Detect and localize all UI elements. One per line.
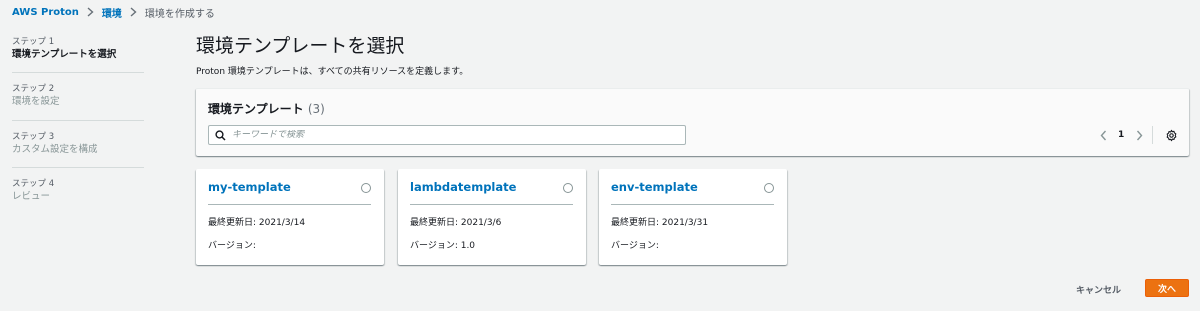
page-title: 環境テンプレートを選択 <box>196 35 405 57</box>
step-3: ステップ 3 カスタム設定を構成 <box>12 120 144 167</box>
divider <box>208 204 371 205</box>
template-name[interactable]: env-template <box>611 180 698 195</box>
divider <box>611 204 774 205</box>
search-box[interactable] <box>208 125 686 145</box>
version: バージョン: <box>611 241 659 251</box>
chevron-right-icon <box>87 7 94 17</box>
search-icon <box>215 126 226 145</box>
template-count: (3) <box>307 102 325 116</box>
last-updated: 最終更新日: 2021/3/14 <box>208 218 306 228</box>
template-card[interactable]: env-template 最終更新日: 2021/3/31 バージョン: <box>599 169 787 265</box>
radio-icon[interactable] <box>563 183 573 193</box>
templates-panel: 環境テンプレート (3) 1 <box>196 88 1189 156</box>
step-number: ステップ 2 <box>12 84 55 94</box>
step-number: ステップ 4 <box>12 179 55 189</box>
step-4: ステップ 4 レビュー <box>12 167 144 203</box>
step-number: ステップ 3 <box>12 132 55 142</box>
breadcrumb-create-environment: 環境を作成する <box>144 8 215 20</box>
step-title: 環境テンプレートを選択 <box>12 49 117 60</box>
step-title: 環境を設定 <box>12 96 60 107</box>
pagination: 1 <box>1096 126 1179 144</box>
current-page[interactable]: 1 <box>1118 130 1124 140</box>
version: バージョン: 1.0 <box>410 241 476 251</box>
cancel-button[interactable]: キャンセル <box>1066 280 1131 298</box>
breadcrumb: AWS Proton 環境 環境を作成する <box>12 5 215 20</box>
step-2: ステップ 2 環境を設定 <box>12 72 144 120</box>
chevron-left-icon[interactable] <box>1096 127 1110 143</box>
gear-icon[interactable] <box>1163 127 1179 143</box>
step-number: ステップ 1 <box>12 37 55 47</box>
chevron-right-icon <box>130 7 137 17</box>
panel-title: 環境テンプレート (3) <box>208 101 325 117</box>
radio-icon[interactable] <box>361 183 371 193</box>
chevron-right-icon[interactable] <box>1132 127 1146 143</box>
wizard-steps: ステップ 1 環境テンプレートを選択 ステップ 2 環境を設定 ステップ 3 カ… <box>12 37 144 203</box>
step-title: カスタム設定を構成 <box>12 144 98 155</box>
breadcrumb-environments[interactable]: 環境 <box>102 5 122 20</box>
next-button[interactable]: 次へ <box>1145 279 1189 297</box>
template-card[interactable]: lambdatemplate 最終更新日: 2021/3/6 バージョン: 1.… <box>398 169 586 265</box>
radio-icon[interactable] <box>764 183 774 193</box>
step-1: ステップ 1 環境テンプレートを選択 <box>12 37 144 72</box>
version: バージョン: <box>208 241 256 251</box>
panel-title-text: 環境テンプレート <box>208 102 304 116</box>
search-input[interactable] <box>232 130 672 140</box>
template-card[interactable]: my-template 最終更新日: 2021/3/14 バージョン: <box>196 169 384 265</box>
divider <box>410 204 573 205</box>
page-description: Proton 環境テンプレートは、すべての共有リソースを定義します。 <box>196 67 469 77</box>
last-updated: 最終更新日: 2021/3/31 <box>611 218 709 228</box>
last-updated: 最終更新日: 2021/3/6 <box>410 218 502 228</box>
step-title: レビュー <box>12 191 51 202</box>
template-name[interactable]: my-template <box>208 180 291 195</box>
breadcrumb-aws-proton[interactable]: AWS Proton <box>12 7 79 18</box>
divider <box>1152 126 1154 144</box>
template-name[interactable]: lambdatemplate <box>410 180 516 195</box>
